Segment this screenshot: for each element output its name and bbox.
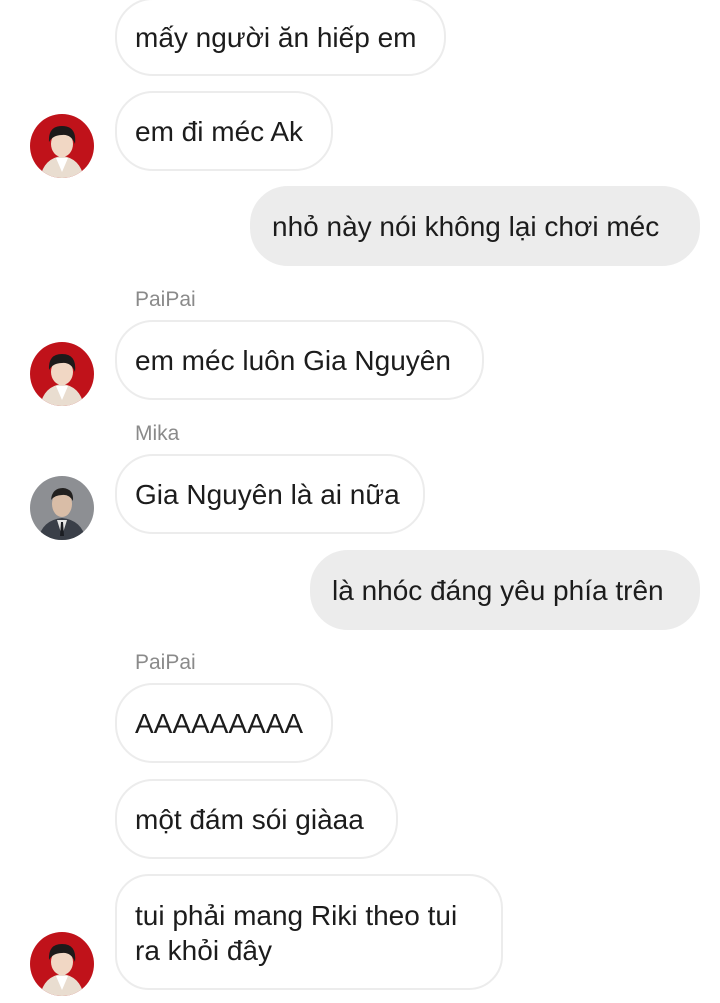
message-bubble[interactable]: tui phải mang Riki theo tui ra khỏi đây xyxy=(115,874,503,990)
message-text: em đi méc Ak xyxy=(135,116,304,147)
sender-name: Mika xyxy=(135,422,180,445)
message-text: là nhóc đáng yêu phía trên xyxy=(332,575,664,606)
paipai-avatar[interactable] xyxy=(30,342,94,406)
message-bubble[interactable]: một đám sói giàaa xyxy=(115,779,398,859)
message-text: một đám sói giàaa xyxy=(135,804,364,835)
message-text: nhỏ này nói không lại chơi méc xyxy=(272,211,660,242)
message-bubble[interactable]: Gia Nguyên là ai nữa xyxy=(115,454,425,534)
paipai-avatar[interactable] xyxy=(30,114,94,178)
message-text: Gia Nguyên là ai nữa xyxy=(135,479,400,510)
message-bubble[interactable]: mấy người ăn hiếp em xyxy=(115,0,446,76)
sender-name: PaiPai xyxy=(135,651,196,674)
message-text: AAAAAAAAA xyxy=(135,708,304,739)
message-bubble-outgoing[interactable]: là nhóc đáng yêu phía trên xyxy=(310,550,700,630)
message-bubble[interactable]: em đi méc Ak xyxy=(115,91,333,171)
message-text: tui phải mang Riki theo tui ra khỏi đây xyxy=(135,900,458,966)
message-bubble-outgoing[interactable]: nhỏ này nói không lại chơi méc xyxy=(250,186,700,266)
sender-name: PaiPai xyxy=(135,288,196,311)
mika-avatar[interactable] xyxy=(30,476,94,540)
message-text: mấy người ăn hiếp em xyxy=(135,22,417,53)
paipai-avatar[interactable] xyxy=(30,932,94,996)
message-text: em méc luôn Gia Nguyên xyxy=(135,345,451,376)
message-bubble[interactable]: em méc luôn Gia Nguyên xyxy=(115,320,484,400)
message-bubble[interactable]: AAAAAAAAA xyxy=(115,683,333,763)
